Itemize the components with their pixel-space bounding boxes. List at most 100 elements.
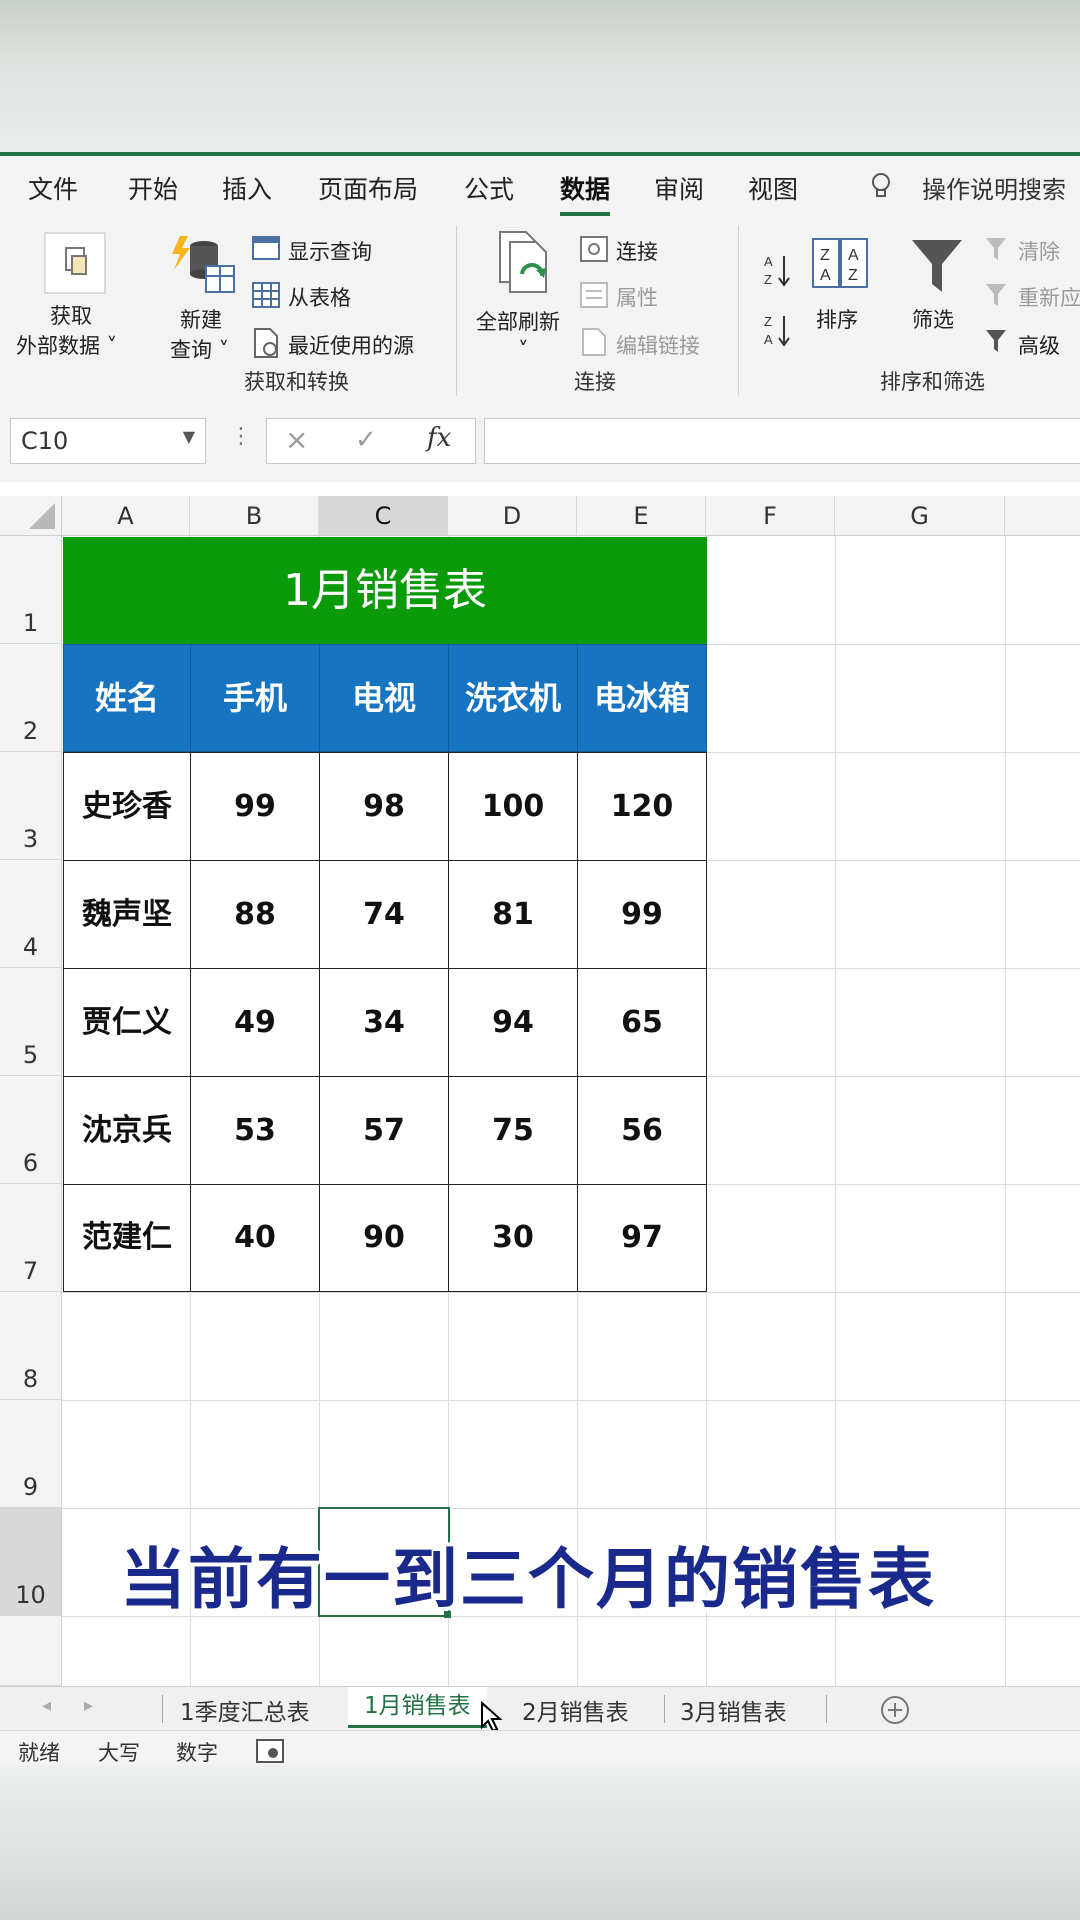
tab-review[interactable]: 审阅 xyxy=(654,170,704,206)
insert-function-icon[interactable]: fx xyxy=(427,423,451,453)
show-query-button[interactable]: 显示查询 xyxy=(288,236,372,266)
gridline xyxy=(62,1400,1080,1401)
data-cell[interactable]: 65 xyxy=(577,968,707,1077)
column-header-c[interactable]: C xyxy=(319,496,448,536)
column-header-h[interactable] xyxy=(1005,496,1080,536)
data-cell[interactable]: 魏声坚 xyxy=(63,860,191,969)
header-cell-name[interactable]: 姓名 xyxy=(63,644,191,752)
column-header-g[interactable]: G xyxy=(835,496,1005,536)
get-external-label-1[interactable]: 获取 xyxy=(50,300,92,330)
data-cell[interactable]: 史珍香 xyxy=(63,752,191,861)
data-cell[interactable]: 81 xyxy=(448,860,578,969)
data-cell[interactable]: 88 xyxy=(190,860,320,969)
sheet-tab-jan[interactable]: 1月销售表 xyxy=(348,1687,487,1728)
filter-button[interactable]: 筛选 xyxy=(912,304,954,334)
data-cell[interactable]: 90 xyxy=(319,1184,449,1292)
data-cell[interactable]: 74 xyxy=(319,860,449,969)
row-header-5[interactable]: 5 xyxy=(0,968,62,1076)
scroll-left-icon[interactable]: ◂ xyxy=(42,1695,51,1716)
column-header-a[interactable]: A xyxy=(62,496,190,536)
tab-page-layout[interactable]: 页面布局 xyxy=(318,170,418,206)
advanced-button[interactable]: 高级 xyxy=(1018,330,1060,360)
chevron-down-icon[interactable]: ▼ xyxy=(183,427,195,446)
data-cell[interactable]: 沈京兵 xyxy=(63,1076,191,1185)
data-cell[interactable]: 56 xyxy=(577,1076,707,1185)
data-cell[interactable]: 53 xyxy=(190,1076,320,1185)
sort-descending-icon[interactable]: Z A xyxy=(762,312,792,348)
row-header-9[interactable]: 9 xyxy=(0,1400,62,1508)
sheet-tab-feb[interactable]: 2月销售表 xyxy=(522,1693,629,1727)
row-header-6[interactable]: 6 xyxy=(0,1076,62,1184)
gridline xyxy=(62,1508,1080,1509)
tab-data[interactable]: 数据 xyxy=(560,170,611,216)
row-header-3[interactable]: 3 xyxy=(0,752,62,860)
clear-button[interactable]: 清除 xyxy=(1018,236,1060,266)
data-cell[interactable]: 99 xyxy=(190,752,320,861)
header-cell-washer[interactable]: 洗衣机 xyxy=(448,644,578,752)
name-box[interactable]: C10 ▼ xyxy=(10,418,206,464)
data-cell[interactable]: 99 xyxy=(577,860,707,969)
row-header-1[interactable]: 1 xyxy=(0,536,62,644)
column-header-e[interactable]: E xyxy=(577,496,706,536)
add-sheet-icon[interactable] xyxy=(880,1695,910,1725)
row-header-4[interactable]: 4 xyxy=(0,860,62,968)
header-cell-fridge[interactable]: 电冰箱 xyxy=(577,644,707,752)
row-number: 9 xyxy=(22,1473,39,1501)
column-header-b[interactable]: B xyxy=(190,496,319,536)
external-data-icon xyxy=(44,232,106,294)
data-cell[interactable]: 100 xyxy=(448,752,578,861)
new-query-label-2[interactable]: 查询 ˅ xyxy=(170,334,229,364)
video-blur-bottom xyxy=(0,1765,1080,1920)
sheet-tab-mar[interactable]: 3月销售表 xyxy=(680,1693,787,1727)
new-query-label-1[interactable]: 新建 xyxy=(180,304,222,334)
sort-ascending-icon[interactable]: A Z xyxy=(762,252,792,288)
data-cell[interactable]: 94 xyxy=(448,968,578,1077)
table-title-cell[interactable]: 1月销售表 xyxy=(63,537,707,644)
get-external-label-2[interactable]: 外部数据 ˅ xyxy=(16,330,117,360)
tab-insert[interactable]: 插入 xyxy=(222,170,272,206)
data-cell[interactable]: 30 xyxy=(448,1184,578,1292)
data-cell[interactable]: 120 xyxy=(577,752,707,861)
column-header-d[interactable]: D xyxy=(448,496,577,536)
tab-view[interactable]: 视图 xyxy=(748,170,798,206)
edit-links-button[interactable]: 编辑链接 xyxy=(616,330,700,360)
row-number: 4 xyxy=(22,933,39,961)
scroll-right-icon[interactable]: ▸ xyxy=(84,1695,93,1716)
recent-sources-button[interactable]: 最近使用的源 xyxy=(288,330,414,360)
connections-button[interactable]: 连接 xyxy=(616,236,658,266)
from-table-button[interactable]: 从表格 xyxy=(288,282,351,312)
row-header-8[interactable]: 8 xyxy=(0,1292,62,1400)
tell-me-search[interactable]: 操作说明搜索 xyxy=(922,170,1066,205)
header-cell-phone[interactable]: 手机 xyxy=(190,644,320,752)
tab-file[interactable]: 文件 xyxy=(28,170,78,206)
formula-bar-grip-icon[interactable]: ⋮ xyxy=(230,424,252,449)
reapply-button[interactable]: 重新应 xyxy=(1018,282,1080,312)
header-cell-tv[interactable]: 电视 xyxy=(319,644,449,752)
properties-button[interactable]: 属性 xyxy=(616,282,658,312)
row-header-7[interactable]: 7 xyxy=(0,1184,62,1292)
row-header-10[interactable]: 10 xyxy=(0,1508,62,1616)
sort-button[interactable]: 排序 xyxy=(816,304,858,334)
row-header-11[interactable] xyxy=(0,1616,62,1686)
refresh-all-button[interactable]: 全部刷新 xyxy=(476,306,560,336)
data-cell[interactable]: 98 xyxy=(319,752,449,861)
data-cell[interactable]: 贾仁义 xyxy=(63,968,191,1077)
cancel-icon[interactable]: × xyxy=(285,423,308,456)
select-all-corner[interactable] xyxy=(0,496,62,536)
data-cell[interactable]: 34 xyxy=(319,968,449,1077)
data-cell[interactable]: 57 xyxy=(319,1076,449,1185)
sheet-tab-q1-summary[interactable]: 1季度汇总表 xyxy=(180,1693,310,1727)
data-cell[interactable]: 范建仁 xyxy=(63,1184,191,1292)
data-cell[interactable]: 97 xyxy=(577,1184,707,1292)
data-cell[interactable]: 49 xyxy=(190,968,320,1077)
tab-home[interactable]: 开始 xyxy=(128,170,178,206)
refresh-all-caret[interactable]: ˅ xyxy=(518,338,529,362)
column-header-f[interactable]: F xyxy=(706,496,835,536)
data-cell[interactable]: 40 xyxy=(190,1184,320,1292)
tab-formulas[interactable]: 公式 xyxy=(464,170,514,206)
macro-record-icon[interactable] xyxy=(256,1739,284,1763)
data-cell[interactable]: 75 xyxy=(448,1076,578,1185)
formula-input[interactable] xyxy=(484,418,1080,464)
enter-icon[interactable]: ✓ xyxy=(355,425,377,455)
row-header-2[interactable]: 2 xyxy=(0,644,62,752)
